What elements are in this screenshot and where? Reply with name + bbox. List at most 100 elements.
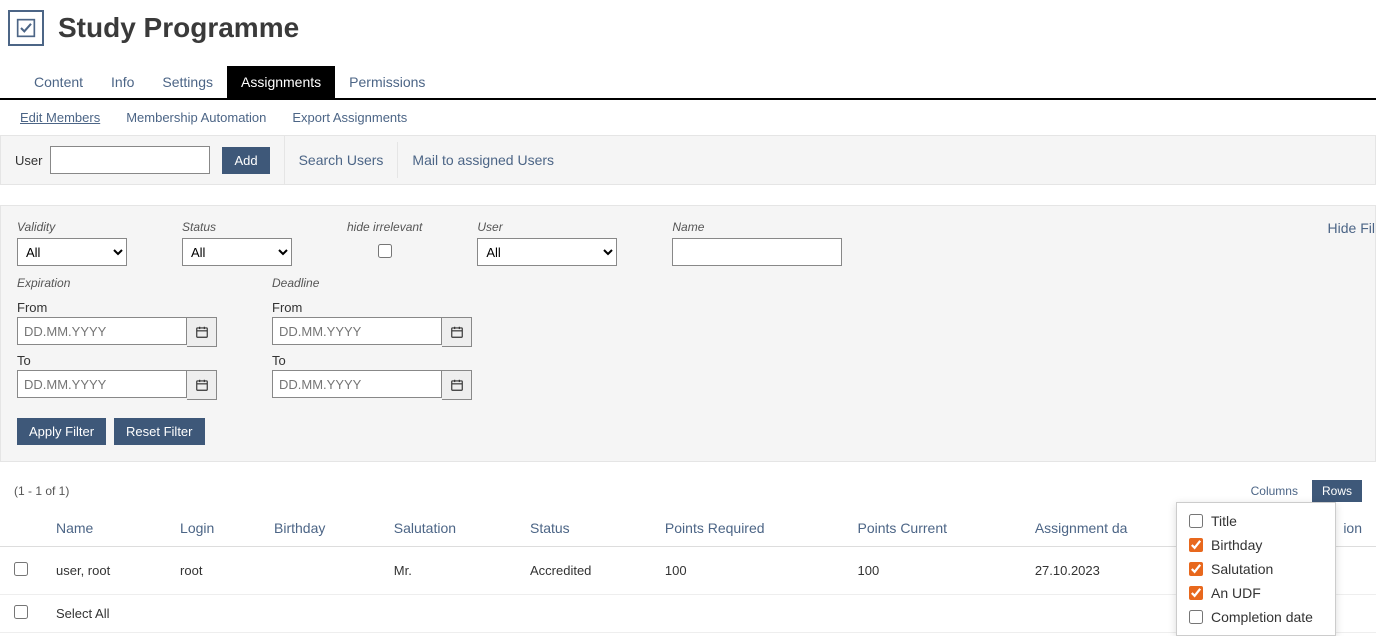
deadline-to-wrap [272, 370, 472, 400]
page-title: Study Programme [58, 12, 299, 44]
filter-buttons: Apply Filter Reset Filter [17, 418, 1359, 445]
th-salutation[interactable]: Salutation [380, 510, 516, 547]
th-points-required[interactable]: Points Required [651, 510, 844, 547]
calendar-icon [195, 378, 209, 392]
expiration-from-calendar-button[interactable] [187, 317, 217, 347]
rows-button[interactable]: Rows [1312, 480, 1362, 502]
filter-name: Name [672, 220, 842, 266]
column-checkbox-completion-date[interactable] [1189, 610, 1203, 624]
deadline-to-input[interactable] [272, 370, 442, 398]
reset-filter-button[interactable]: Reset Filter [114, 418, 204, 445]
cell-name: user, root [42, 547, 166, 595]
filter-status: Status All [182, 220, 292, 266]
user-input[interactable] [50, 146, 210, 174]
column-option-completion-date[interactable]: Completion date [1189, 605, 1323, 629]
expiration-to-input[interactable] [17, 370, 187, 398]
mail-users-segment: Mail to assigned Users [398, 142, 568, 178]
expiration-from-input[interactable] [17, 317, 187, 345]
status-select[interactable]: All [182, 238, 292, 266]
deadline-from-wrap [272, 317, 472, 347]
expiration-to-wrap [17, 370, 217, 400]
columns-rows-toggle: Columns Rows [1243, 480, 1362, 502]
tab-permissions[interactable]: Permissions [335, 66, 439, 98]
hide-irrelevant-checkbox[interactable] [378, 244, 392, 258]
select-all-row: Select All [0, 595, 1376, 633]
search-users-segment: Search Users [285, 142, 399, 178]
column-label: Title [1211, 513, 1237, 529]
column-option-an-udf[interactable]: An UDF [1189, 581, 1323, 605]
user-add-bar: User Add Search Users Mail to assigned U… [0, 135, 1376, 185]
subtab-edit-members[interactable]: Edit Members [20, 110, 100, 125]
th-name[interactable]: Name [42, 510, 166, 547]
subtab-membership-automation[interactable]: Membership Automation [126, 110, 266, 125]
column-checkbox-an-udf[interactable] [1189, 586, 1203, 600]
expiration-to-calendar-button[interactable] [187, 370, 217, 400]
tab-content[interactable]: Content [20, 66, 97, 98]
column-label: Birthday [1211, 537, 1262, 553]
cell-status: Accredited [516, 547, 651, 595]
expiration-from-wrap [17, 317, 217, 347]
page-header: Study Programme [0, 0, 1376, 60]
th-points-current[interactable]: Points Current [844, 510, 1021, 547]
mail-users-link[interactable]: Mail to assigned Users [412, 152, 554, 168]
search-users-link[interactable]: Search Users [299, 152, 384, 168]
user-filter-select[interactable]: All [477, 238, 617, 266]
expiration-to-label: To [17, 353, 217, 368]
row-checkbox[interactable] [14, 562, 28, 576]
tab-assignments[interactable]: Assignments [227, 66, 335, 98]
cell-salutation: Mr. [380, 547, 516, 595]
tab-settings[interactable]: Settings [148, 66, 227, 98]
th-status[interactable]: Status [516, 510, 651, 547]
filter-row-2: Expiration From To Deadline From [17, 276, 1359, 400]
validity-select[interactable]: All [17, 238, 127, 266]
user-filter-label: User [477, 220, 617, 234]
column-label: Completion date [1211, 609, 1313, 625]
expiration-from-label: From [17, 300, 217, 315]
user-label: User [15, 153, 42, 168]
hide-filter-link[interactable]: Hide Fil [1328, 220, 1375, 236]
filter-deadline: Deadline From To [272, 276, 472, 400]
column-checkbox-birthday[interactable] [1189, 538, 1203, 552]
column-option-salutation[interactable]: Salutation [1189, 557, 1323, 581]
deadline-to-label: To [272, 353, 472, 368]
column-checkbox-title[interactable] [1189, 514, 1203, 528]
filter-user: User All [477, 220, 617, 266]
add-button[interactable]: Add [222, 147, 269, 174]
user-add-segment: User Add [1, 136, 285, 184]
column-option-title[interactable]: Title [1189, 509, 1323, 533]
select-all-checkbox[interactable] [14, 605, 28, 619]
cell-points-required: 100 [651, 547, 844, 595]
filter-row-1: Validity All Status All hide irrelevant … [17, 220, 1359, 266]
name-filter-label: Name [672, 220, 842, 234]
table-row: user, root root Mr. Accredited 100 100 2… [0, 547, 1376, 595]
deadline-label: Deadline [272, 276, 472, 290]
apply-filter-button[interactable]: Apply Filter [17, 418, 106, 445]
main-tabs: Content Info Settings Assignments Permis… [0, 66, 1376, 100]
columns-link[interactable]: Columns [1243, 480, 1306, 502]
assignments-table: Name Login Birthday Salutation Status Po… [0, 510, 1376, 633]
deadline-from-label: From [272, 300, 472, 315]
column-option-birthday[interactable]: Birthday [1189, 533, 1323, 557]
cell-birthday [260, 547, 380, 595]
filter-expiration: Expiration From To [17, 276, 217, 400]
deadline-from-input[interactable] [272, 317, 442, 345]
calendar-icon [450, 378, 464, 392]
filter-block: Hide Fil Validity All Status All hide ir… [0, 205, 1376, 462]
cell-points-current: 100 [844, 547, 1021, 595]
name-filter-input[interactable] [672, 238, 842, 266]
table-meta: (1 - 1 of 1) Columns Rows [0, 472, 1376, 510]
column-label: Salutation [1211, 561, 1273, 577]
th-login[interactable]: Login [166, 510, 260, 547]
deadline-to-calendar-button[interactable] [442, 370, 472, 400]
th-birthday[interactable]: Birthday [260, 510, 380, 547]
column-label: An UDF [1211, 585, 1261, 601]
tab-info[interactable]: Info [97, 66, 148, 98]
deadline-from-calendar-button[interactable] [442, 317, 472, 347]
cell-login: root [166, 547, 260, 595]
filter-hide-irrelevant: hide irrelevant [347, 220, 422, 266]
table-range: (1 - 1 of 1) [14, 484, 69, 498]
expiration-label: Expiration [17, 276, 217, 290]
column-checkbox-salutation[interactable] [1189, 562, 1203, 576]
calendar-icon [450, 325, 464, 339]
subtab-export-assignments[interactable]: Export Assignments [292, 110, 407, 125]
